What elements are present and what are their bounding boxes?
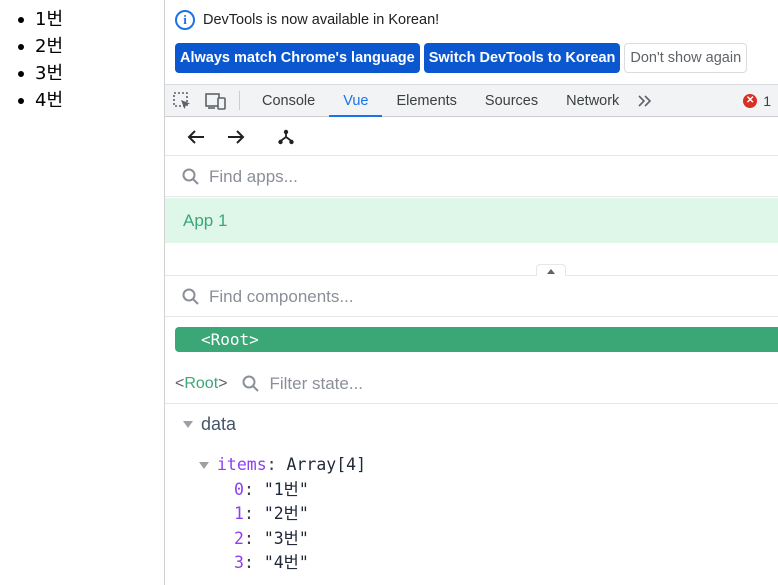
list-item: 3번 [18,60,164,87]
number-list: 1번 2번 3번 4번 [0,0,164,114]
find-components-search [165,277,778,317]
list-item: 2번 [18,33,164,60]
search-icon [242,375,260,392]
tab-elements[interactable]: Elements [382,85,470,116]
info-icon: i [175,10,195,30]
language-infobar: i DevTools is now available in Korean! A… [165,0,778,81]
array-entry: 2: "3번" [234,528,309,548]
pane-splitter [165,243,778,276]
state-row-items[interactable]: items: Array[4] [199,453,366,478]
find-apps-search [165,157,778,197]
list-item: 1번 [18,6,164,33]
tab-console[interactable]: Console [248,85,329,116]
forward-arrow-icon[interactable] [225,126,247,148]
component-tree-icon[interactable] [275,126,297,148]
find-components-input[interactable] [209,286,609,307]
state-value: Array[4] [286,455,367,474]
devtools-panel: i DevTools is now available in Korean! A… [164,0,778,585]
tab-vue[interactable]: Vue [329,85,383,117]
devtools-toolbar: Console Vue Elements Sources Network ✕ 1 [165,84,778,117]
caret-down-icon [199,461,209,469]
selected-component-breadcrumb: <Root> [175,374,228,392]
dont-show-again-button[interactable]: Don't show again [624,43,748,73]
match-language-button[interactable]: Always match Chrome's language [175,43,420,73]
error-counter[interactable]: ✕ 1 [743,85,778,116]
array-entry: 1: "2번" [234,504,309,523]
app-name: App 1 [183,210,228,230]
array-entry: 0: "1번" [234,479,309,499]
list-item: 4번 [18,87,164,114]
root-component-label: <Root> [201,330,259,349]
component-tree-root[interactable]: <Root> [175,327,778,352]
search-icon [182,288,199,305]
error-icon: ✕ [743,93,758,108]
rendered-page: 1번 2번 3번 4번 [0,0,164,585]
state-tree: items: Array[4] 0: "1번" 1: "2번" 2: "3번" … [199,453,366,576]
collapse-apps-button[interactable] [536,264,566,276]
infobar-message: DevTools is now available in Korean! [203,12,440,28]
tab-sources[interactable]: Sources [471,85,552,116]
search-icon [182,168,199,185]
error-count: 1 [763,92,771,109]
tab-network[interactable]: Network [552,85,633,116]
array-entry: 3: "4번" [234,553,309,572]
app-list-item[interactable]: App 1 [165,198,778,243]
toolbar-divider [239,91,240,110]
section-label: data [201,414,237,434]
chevron-up-icon [547,268,555,274]
back-arrow-icon[interactable] [185,126,207,148]
data-section-header[interactable]: data [183,414,236,435]
state-key: items [217,455,267,474]
caret-down-icon [183,421,193,428]
inspect-element-icon[interactable] [165,85,199,116]
more-tabs-icon[interactable] [633,85,657,116]
device-toolbar-icon[interactable] [199,85,233,116]
filter-state-input[interactable] [269,373,570,394]
state-inspector-header: <Root> [165,364,778,404]
vue-nav-bar [165,118,778,156]
find-apps-input[interactable] [209,166,609,187]
switch-korean-button[interactable]: Switch DevTools to Korean [423,43,621,73]
